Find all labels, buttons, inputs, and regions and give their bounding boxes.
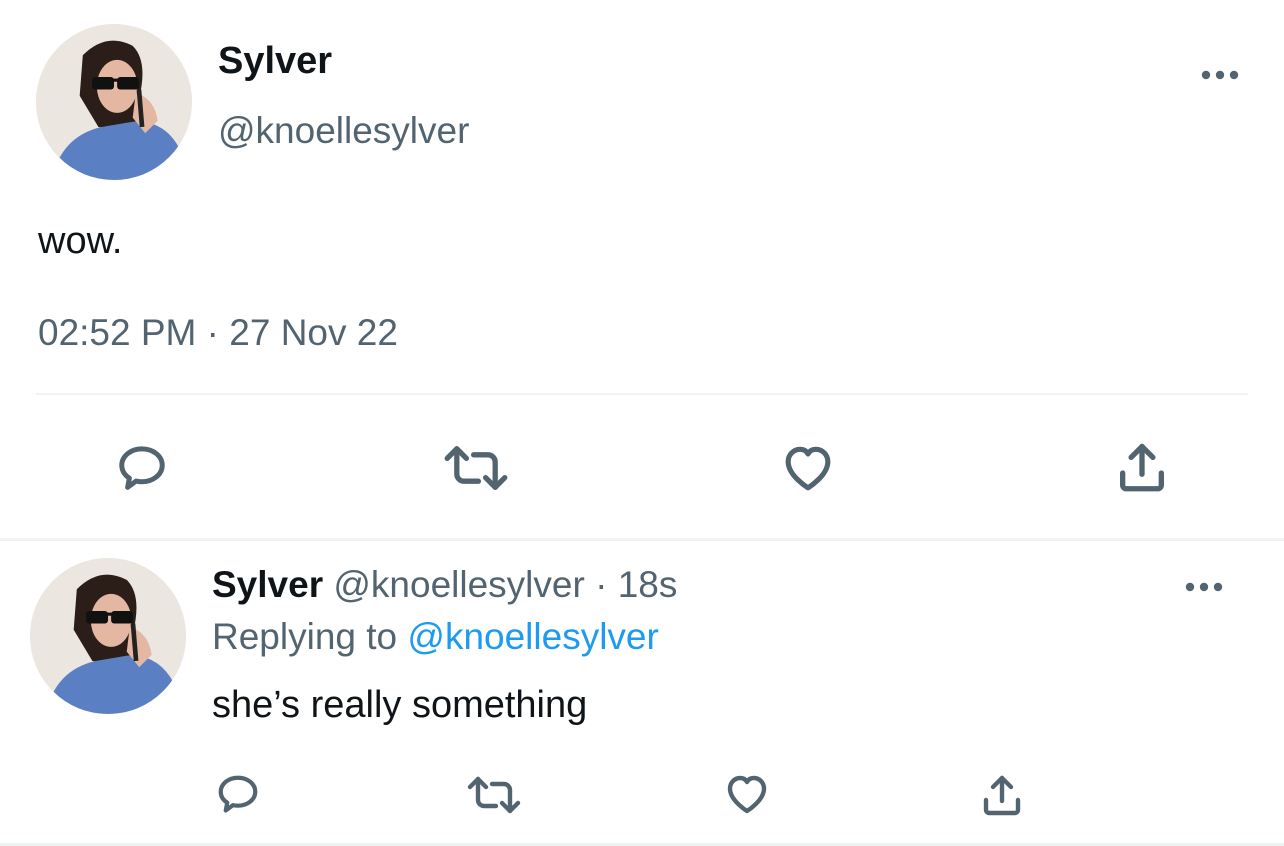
avatar[interactable]	[36, 24, 192, 180]
replying-to: Replying to @knoellesylver	[212, 616, 659, 658]
retweet-icon[interactable]	[438, 438, 514, 498]
separator: ·	[206, 312, 219, 353]
profile-photo-icon	[30, 558, 186, 714]
tweet-date[interactable]: 27 Nov 22	[229, 312, 398, 353]
replying-to-link[interactable]: @knoellesylver	[407, 616, 658, 657]
handle[interactable]: @knoellesylver	[218, 110, 469, 152]
divider	[36, 393, 1248, 395]
handle[interactable]: @knoellesylver	[333, 564, 584, 605]
retweet-icon[interactable]	[462, 770, 526, 820]
reply-icon[interactable]	[110, 438, 174, 498]
share-icon[interactable]	[1110, 436, 1174, 498]
display-name[interactable]: Sylver	[212, 564, 323, 605]
like-icon[interactable]	[776, 438, 840, 498]
avatar[interactable]	[30, 558, 186, 714]
display-name[interactable]: Sylver	[218, 40, 332, 83]
more-options-icon[interactable]	[1180, 572, 1228, 602]
profile-photo-icon	[36, 24, 192, 180]
share-icon[interactable]	[976, 768, 1028, 822]
like-icon[interactable]	[720, 768, 774, 820]
replying-to-label: Replying to	[212, 616, 398, 657]
separator: ·	[595, 564, 608, 605]
reply-icon[interactable]	[212, 768, 264, 820]
more-options-icon[interactable]	[1196, 60, 1244, 90]
section-divider	[0, 538, 1284, 541]
tweet-age[interactable]: 18s	[618, 564, 678, 605]
tweet-text: she’s really something	[212, 684, 588, 726]
timestamp: 02:52 PM · 27 Nov 22	[38, 312, 398, 354]
reply-header: Sylver @knoellesylver · 18s	[212, 564, 677, 606]
tweet-text: wow.	[38, 220, 123, 262]
tweet-time[interactable]: 02:52 PM	[38, 312, 196, 353]
